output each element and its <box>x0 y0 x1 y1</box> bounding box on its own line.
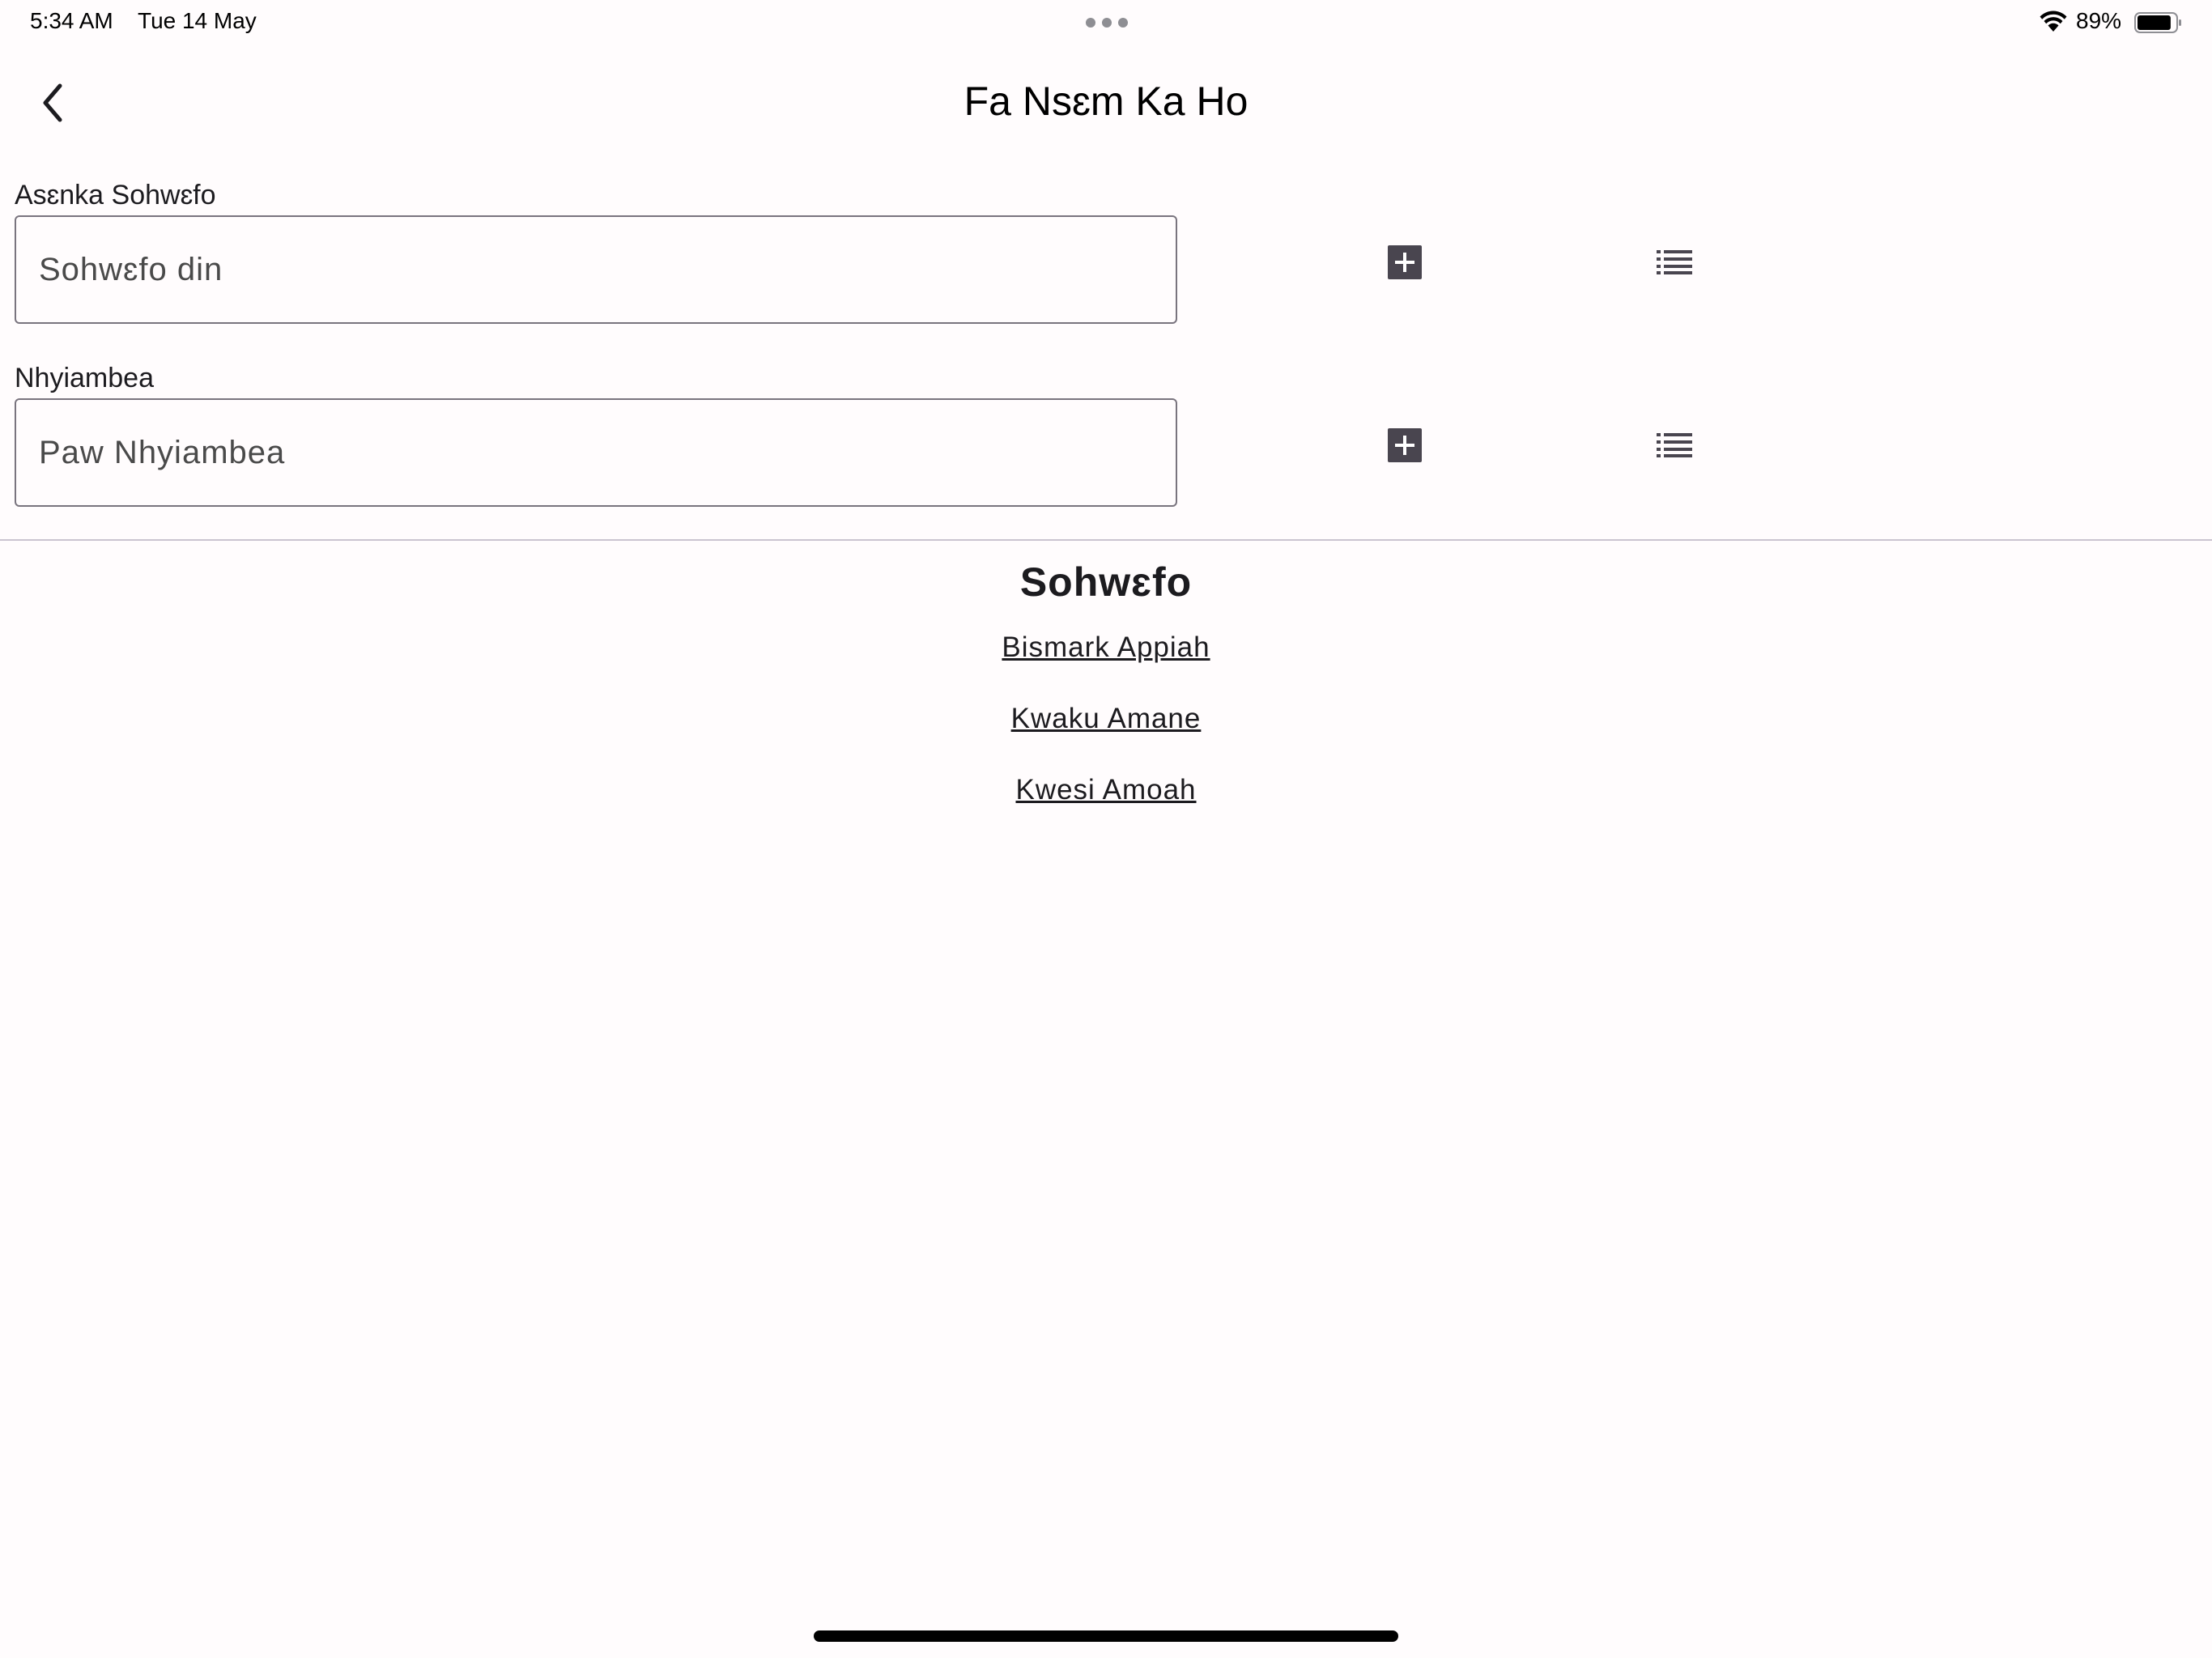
supervisor-name-input[interactable] <box>15 215 1177 324</box>
list-icon <box>1657 250 1692 274</box>
app-screen: 5:34 AM Tue 14 May 89% Fa Nsɛm Ka Ho Asɛ… <box>0 0 2212 1658</box>
supervisor-link[interactable]: Bismark Appiah <box>1002 631 1210 663</box>
status-date: Tue 14 May <box>138 8 257 33</box>
meeting-place-list-button[interactable] <box>1650 421 1699 470</box>
add-box-icon <box>1388 245 1422 279</box>
supervisor-field-label: Asɛnka Sohwɛfo <box>15 180 216 210</box>
supervisor-list-button[interactable] <box>1650 238 1699 287</box>
battery-icon <box>2134 12 2181 33</box>
add-meeting-place-button[interactable] <box>1380 421 1429 470</box>
status-time: 5:34 AM <box>30 8 113 33</box>
supervisor-list: Bismark Appiah Kwaku Amane Kwesi Amoah <box>0 631 2212 845</box>
add-box-icon <box>1388 428 1422 462</box>
wifi-icon <box>2040 11 2067 32</box>
multitasking-dots-icon[interactable] <box>1086 18 1128 29</box>
supervisors-section-title: Sohwɛfo <box>1019 559 1193 605</box>
page-title: Fa Nsɛm Ka Ho <box>963 79 1249 124</box>
status-bar: 5:34 AM Tue 14 May 89% <box>0 0 2212 49</box>
supervisor-link[interactable]: Kwaku Amane <box>1011 703 1202 734</box>
list-item: Kwesi Amoah <box>0 774 2212 845</box>
supervisor-link[interactable]: Kwesi Amoah <box>1015 774 1196 806</box>
list-item: Kwaku Amane <box>0 703 2212 774</box>
home-indicator[interactable] <box>814 1630 1398 1642</box>
list-icon <box>1657 433 1692 457</box>
list-item: Bismark Appiah <box>0 631 2212 703</box>
add-supervisor-button[interactable] <box>1380 238 1429 287</box>
meeting-place-input[interactable] <box>15 398 1177 507</box>
meeting-place-field-label: Nhyiambea <box>15 363 154 393</box>
section-divider <box>0 539 2212 541</box>
battery-percentage: 89% <box>2076 8 2122 33</box>
